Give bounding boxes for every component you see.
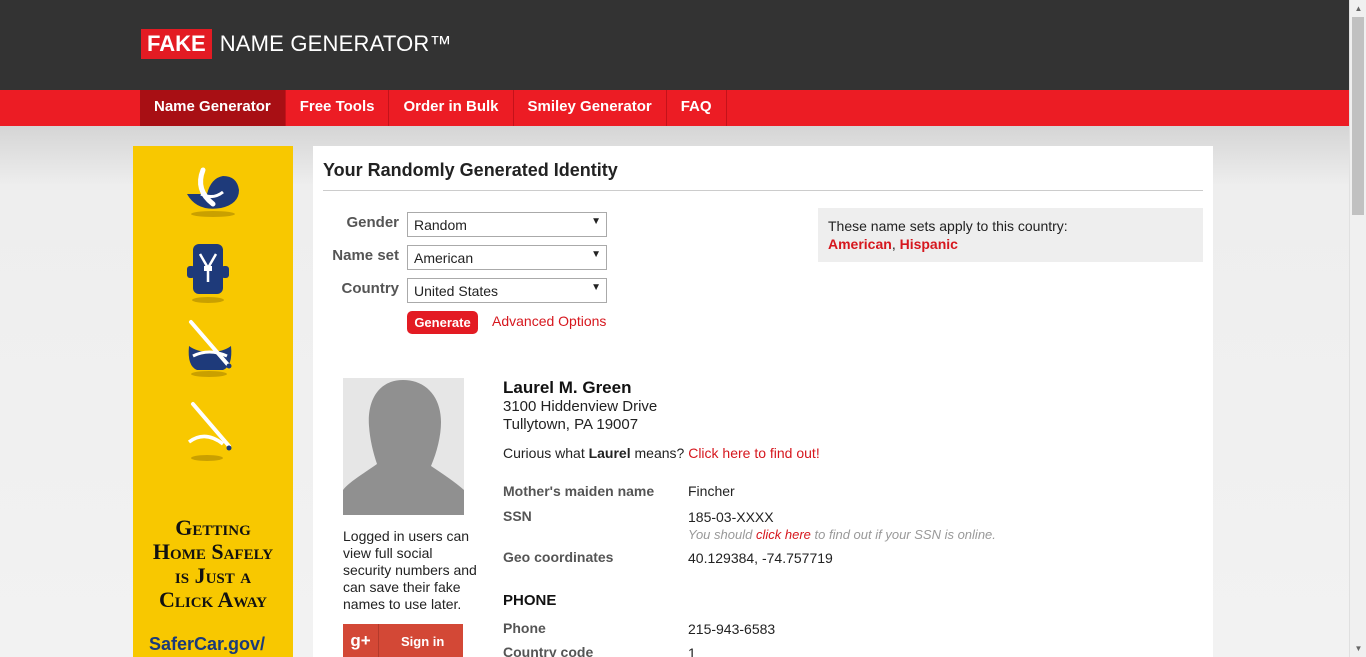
ssn-label: SSN — [503, 508, 532, 524]
nameset-link-hispanic[interactable]: Hispanic — [900, 236, 958, 252]
site-logo[interactable]: FAKE NAME GENERATOR™ — [141, 29, 452, 59]
curious-prefix: Curious what — [503, 445, 585, 461]
country-label: Country — [341, 280, 400, 297]
country-namesets-box: These name sets apply to this country: A… — [818, 208, 1203, 262]
country-code-value: 1 — [688, 645, 696, 657]
phone-label: Phone — [503, 620, 546, 636]
avatar-silhouette — [343, 378, 464, 515]
scroll-up-icon[interactable]: ▲ — [1350, 0, 1366, 17]
infant-seat-icon — [183, 164, 243, 229]
google-plus-signin-button[interactable]: g+ Sign in — [343, 624, 463, 657]
geo-label: Geo coordinates — [503, 549, 614, 565]
generate-button[interactable]: Generate — [407, 311, 478, 334]
safercar-ad-banner[interactable]: Getting Home Safely is Just a Click Away… — [133, 146, 293, 657]
maiden-name-value: Fincher — [688, 483, 735, 499]
google-plus-icon: g+ — [343, 624, 379, 657]
identity-panel: Your Randomly Generated Identity Gender … — [313, 146, 1213, 657]
seat-belt-icon — [183, 400, 237, 467]
nav-item-name-generator[interactable]: Name Generator — [140, 90, 286, 126]
nav-item-free-tools[interactable]: Free Tools — [286, 90, 390, 126]
booster-seat-icon — [183, 318, 237, 383]
scrollbar-thumb[interactable] — [1352, 17, 1364, 215]
nameset-link-american[interactable]: American — [828, 236, 892, 252]
curious-name: Laurel — [588, 445, 631, 461]
logo-fake-badge: FAKE — [141, 29, 212, 59]
nav-item-order-in-bulk[interactable]: Order in Bulk — [389, 90, 514, 126]
phone-value: 215-943-6583 — [688, 621, 776, 637]
chevron-down-icon: ▼ — [591, 216, 601, 227]
advanced-options-link[interactable]: Advanced Options — [492, 313, 606, 329]
title-divider — [323, 190, 1203, 191]
chevron-down-icon: ▼ — [591, 249, 601, 260]
page-scrollbar[interactable]: ▲ ▼ — [1349, 0, 1366, 657]
ad-url[interactable]: SaferCar.gov/ — [149, 634, 265, 655]
scroll-down-icon[interactable]: ▼ — [1350, 640, 1366, 657]
signin-label: Sign in — [401, 634, 445, 649]
curious-suffix: means? — [634, 445, 685, 461]
harness-seat-icon — [183, 240, 233, 309]
country-code-label: Country code — [503, 644, 594, 657]
login-note: Logged in users can view full social sec… — [343, 528, 477, 612]
country-select-value: United States — [414, 283, 499, 299]
ssn-hint-prefix: You should — [688, 527, 753, 542]
ssn-hint-suffix: to find out if your SSN is online. — [814, 527, 996, 542]
nameset-select-value: American — [414, 250, 474, 266]
site-header: FAKE NAME GENERATOR™ — [0, 0, 1349, 90]
main-nav: Name Generator Free Tools Order in Bulk … — [0, 90, 1349, 126]
nav-item-faq[interactable]: FAQ — [667, 90, 727, 126]
gender-select-value: Random — [414, 217, 467, 233]
ssn-hint: You should click here to find out if you… — [688, 527, 996, 542]
gender-select[interactable]: Random ▼ — [407, 212, 607, 237]
chevron-down-icon: ▼ — [591, 282, 601, 293]
geo-coordinates-link[interactable]: 40.129384, -74.757719 — [688, 550, 833, 566]
country-namesets-text: These name sets apply to this country: — [828, 218, 1068, 234]
ad-headline-line: Home Safely — [152, 539, 274, 564]
nameset-select[interactable]: American ▼ — [407, 245, 607, 270]
identity-details: Laurel M. Green 3100 Hiddenview Drive Tu… — [503, 378, 1193, 657]
identity-city: Tullytown, PA 19007 — [503, 416, 639, 433]
page-title: Your Randomly Generated Identity — [323, 160, 618, 180]
ad-headline-line: Getting — [175, 515, 251, 540]
ad-headline: Getting Home Safely is Just a Click Away — [133, 516, 293, 612]
ad-headline-line: Click Away — [158, 587, 268, 612]
name-meaning-line: Curious what Laurel means? Click here to… — [503, 445, 820, 461]
maiden-name-label: Mother's maiden name — [503, 483, 655, 499]
logo-text: NAME GENERATOR™ — [219, 31, 452, 56]
phone-section-heading: PHONE — [503, 592, 557, 609]
nameset-label: Name set — [332, 247, 399, 264]
ad-headline-line: is Just a — [174, 563, 252, 588]
name-meaning-link[interactable]: Click here to find out! — [688, 445, 820, 461]
ssn-value: 185-03-XXXX — [688, 509, 774, 525]
nav-item-smiley-generator[interactable]: Smiley Generator — [514, 90, 667, 126]
country-select[interactable]: United States ▼ — [407, 278, 607, 303]
gender-label: Gender — [346, 214, 399, 231]
ssn-check-link[interactable]: click here — [756, 527, 811, 542]
identity-street: 3100 Hiddenview Drive — [503, 398, 658, 415]
nameset-separator: , — [891, 236, 896, 252]
identity-name: Laurel M. Green — [503, 378, 632, 397]
